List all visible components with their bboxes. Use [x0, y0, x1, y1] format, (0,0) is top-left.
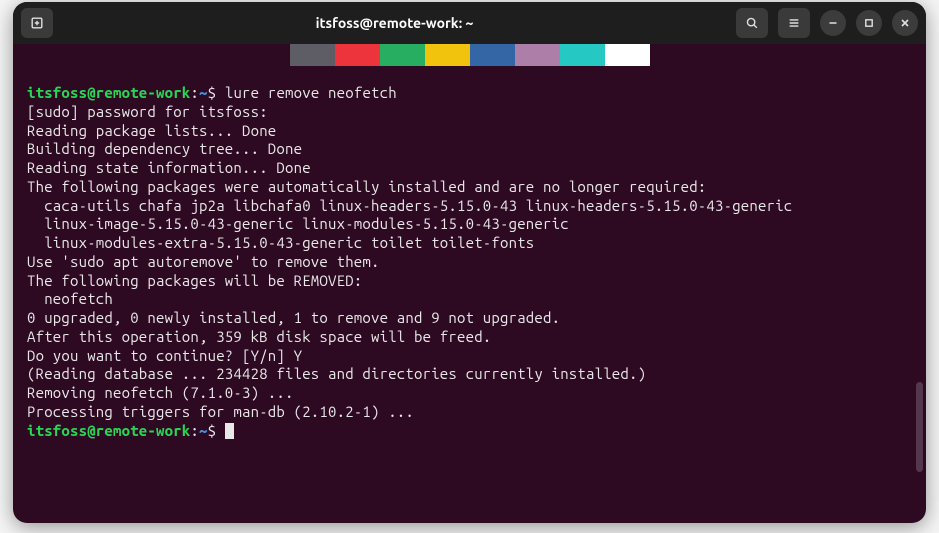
color-swatch — [470, 44, 515, 66]
prompt-path: ~ — [199, 84, 208, 101]
prompt-user-host: itsfoss@remote-work — [27, 84, 190, 101]
minimize-button[interactable] — [820, 10, 846, 36]
terminal-output-line: Building dependency tree... Done — [27, 140, 912, 159]
terminal-output-line: Reading package lists... Done — [27, 122, 912, 141]
color-swatch — [380, 44, 425, 66]
prompt-line-1: itsfoss@remote-work:~$ lure remove neofe… — [27, 84, 912, 103]
terminal-output-line: After this operation, 359 kB disk space … — [27, 328, 912, 347]
terminal-output-line: The following packages were automaticall… — [27, 178, 912, 197]
terminal-output-line: caca-utils chafa jp2a libchafa0 linux-he… — [27, 197, 912, 216]
prompt-path: ~ — [199, 422, 208, 439]
terminal-output-line: Use 'sudo apt autoremove' to remove them… — [27, 253, 912, 272]
terminal-window: itsfoss@remote-work: ~ — [13, 2, 926, 523]
color-swatch — [605, 44, 650, 66]
color-swatch — [335, 44, 380, 66]
titlebar-right — [736, 8, 918, 38]
terminal-output-line: Removing neofetch (7.1.0-3) ... — [27, 384, 912, 403]
scrollbar-thumb[interactable] — [916, 382, 923, 472]
command-text: lure remove neofetch — [225, 84, 397, 101]
terminal-output-line: neofetch — [27, 290, 912, 309]
terminal-output-line: Reading state information... Done — [27, 159, 912, 178]
prompt-user-host: itsfoss@remote-work — [27, 422, 190, 439]
close-button[interactable] — [892, 10, 918, 36]
terminal-output-line: linux-modules-extra-5.15.0-43-generic to… — [27, 234, 912, 253]
color-palette-bar — [13, 44, 926, 66]
terminal-output-line: The following packages will be REMOVED: — [27, 272, 912, 291]
window-title: itsfoss@remote-work: ~ — [53, 15, 736, 31]
terminal-content[interactable]: itsfoss@remote-work:~$ lure remove neofe… — [13, 66, 926, 454]
terminal-output-line: Processing triggers for man-db (2.10.2-1… — [27, 403, 912, 422]
color-swatch — [515, 44, 560, 66]
new-tab-button[interactable] — [21, 8, 53, 38]
terminal-output-line: [sudo] password for itsfoss: — [27, 103, 912, 122]
titlebar-left — [21, 8, 53, 38]
cursor-icon — [225, 423, 234, 439]
prompt-line-2: itsfoss@remote-work:~$ — [27, 422, 912, 441]
terminal-output-line: 0 upgraded, 0 newly installed, 1 to remo… — [27, 309, 912, 328]
titlebar: itsfoss@remote-work: ~ — [13, 2, 926, 44]
menu-button[interactable] — [778, 8, 810, 38]
terminal-output-line: Do you want to continue? [Y/n] Y — [27, 347, 912, 366]
color-swatch — [560, 44, 605, 66]
color-swatch — [425, 44, 470, 66]
terminal-output-line: (Reading database ... 234428 files and d… — [27, 365, 912, 384]
color-swatch — [290, 44, 335, 66]
search-button[interactable] — [736, 8, 768, 38]
maximize-button[interactable] — [856, 10, 882, 36]
terminal-output-line: linux-image-5.15.0-43-generic linux-modu… — [27, 215, 912, 234]
